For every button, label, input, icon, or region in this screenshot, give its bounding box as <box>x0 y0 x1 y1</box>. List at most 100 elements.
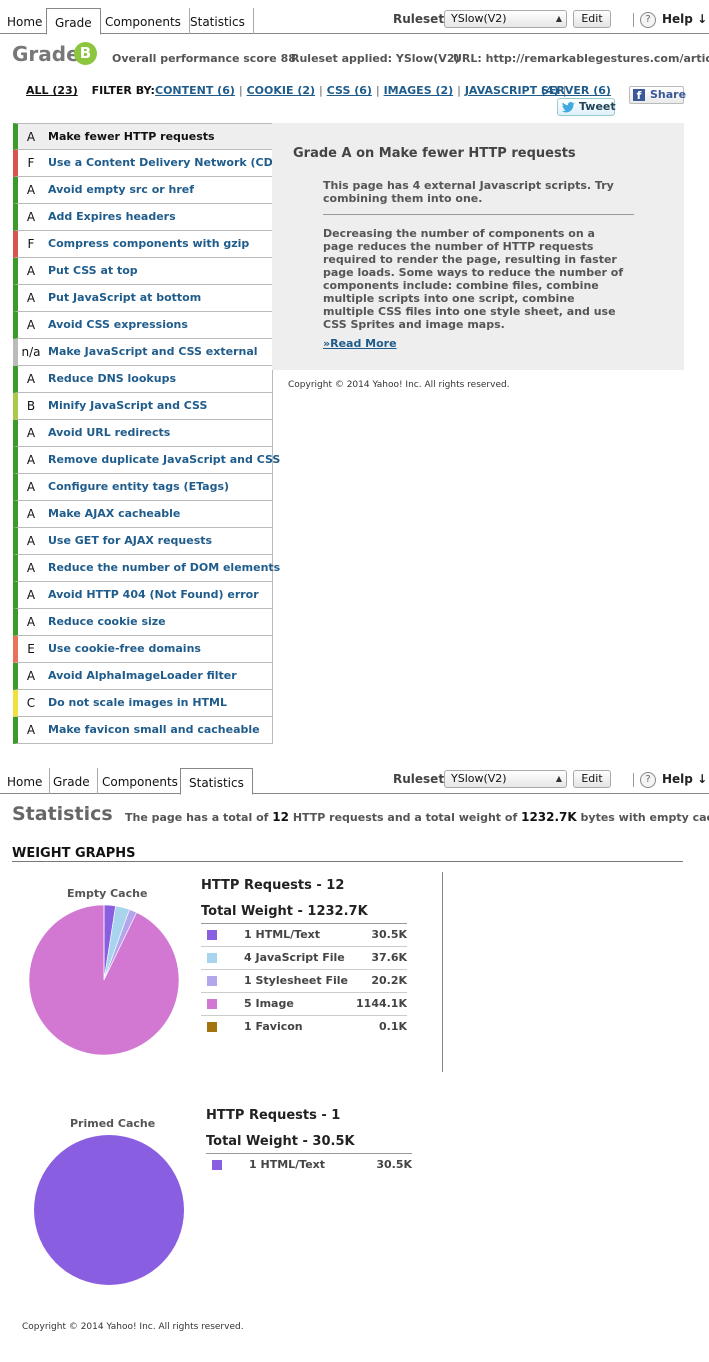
rule-item[interactable]: E Use cookie-free domains <box>13 636 273 663</box>
edit-button[interactable]: Edit <box>573 10 611 28</box>
rule-item[interactable]: A Add Expires headers <box>13 204 273 231</box>
tab-grade[interactable]: Grade <box>46 768 98 794</box>
help-menu[interactable]: Help ↓ <box>662 772 707 786</box>
rule-item[interactable]: A Avoid URL redirects <box>13 420 273 447</box>
rule-grade: A <box>26 615 36 629</box>
rule-label: Avoid AlphaImageLoader filter <box>48 669 237 682</box>
filter-all[interactable]: ALL (23) <box>26 84 78 97</box>
rule-item[interactable]: A Avoid CSS expressions <box>13 312 273 339</box>
legend-value: 30.5K <box>376 1158 412 1171</box>
rule-item[interactable]: A Use GET for AJAX requests <box>13 528 273 555</box>
stats-summary-prefix: The page has a total of <box>125 811 269 824</box>
rule-item[interactable]: A Avoid empty src or href <box>13 177 273 204</box>
filter-content[interactable]: CONTENT (6) <box>155 84 235 97</box>
help-icon[interactable]: ? <box>640 12 656 28</box>
primed-cache-label: Primed Cache <box>70 1117 156 1130</box>
rulesets-label: Rulesets <box>393 12 452 26</box>
empty-cache-label: Empty Cache <box>67 887 148 900</box>
share-button[interactable]: f Share <box>629 86 687 104</box>
rule-item[interactable]: A Remove duplicate JavaScript and CSS <box>13 447 280 474</box>
legend-swatch <box>207 953 217 963</box>
rule-grade: F <box>27 237 35 251</box>
legend-label: 5 Image <box>244 997 294 1010</box>
rule-item[interactable]: A Make favicon small and cacheable <box>13 717 273 744</box>
rule-grade: A <box>26 183 36 197</box>
rule-label: Avoid empty src or href <box>48 183 195 196</box>
rule-item[interactable]: A Reduce DNS lookups <box>13 366 273 393</box>
stats-summary: The page has a total of 12 HTTP requests… <box>125 810 709 824</box>
filter-cookie[interactable]: COOKIE (2) <box>247 84 315 97</box>
legend-row: 1 HTML/Text 30.5K <box>206 1154 412 1177</box>
rule-item[interactable]: A Put JavaScript at bottom <box>13 285 273 312</box>
detail-title: Grade A on Make fewer HTTP requests <box>293 146 576 161</box>
legend-row: 5 Image 1144.1K <box>201 993 407 1016</box>
rule-item[interactable]: C Do not scale images in HTML <box>13 690 273 717</box>
rule-grade: A <box>26 669 36 683</box>
rule-label: Make favicon small and cacheable <box>48 723 260 736</box>
rule-grade: A <box>26 480 36 494</box>
filter-by-label: FILTER BY: <box>91 84 155 97</box>
rule-item[interactable]: A Make fewer HTTP requests <box>13 123 273 150</box>
weight-graphs-heading: WEIGHT GRAPHS <box>12 846 136 861</box>
stats-summary-suffix: bytes with empty cache <box>580 811 709 824</box>
graph-divider <box>442 872 443 1072</box>
tab-grade[interactable]: Grade <box>46 8 101 35</box>
rule-label: Do not scale images in HTML <box>48 696 228 709</box>
tab-statistics[interactable]: Statistics <box>182 8 254 34</box>
legend-value: 37.6K <box>371 951 407 964</box>
rule-item[interactable]: A Avoid AlphaImageLoader filter <box>13 663 273 690</box>
rule-item[interactable]: n/a Make JavaScript and CSS external <box>13 339 273 366</box>
copyright-bottom: Copyright © 2014 Yahoo! Inc. All rights … <box>22 1322 244 1332</box>
rule-detail-panel: Grade A on Make fewer HTTP requests This… <box>272 123 684 370</box>
filter-server[interactable]: SERVER (6) <box>541 84 611 97</box>
ruleset-select[interactable]: YSlow(V2) ▲ <box>444 770 567 788</box>
tab-components[interactable]: Components <box>97 8 190 34</box>
filter-css[interactable]: CSS (6) <box>327 84 372 97</box>
rule-label: Reduce the number of DOM elements <box>48 561 281 574</box>
weight-graphs-rule <box>12 861 683 862</box>
detail-divider <box>323 214 634 215</box>
rule-item[interactable]: A Reduce the number of DOM elements <box>13 555 280 582</box>
rule-label: Configure entity tags (ETags) <box>48 480 230 493</box>
tweet-label: Tweet <box>579 100 616 113</box>
read-more-link[interactable]: »Read More <box>323 337 397 350</box>
rulesets-label: Rulesets <box>393 772 452 786</box>
chevron-down-icon: ▲ <box>555 774 562 783</box>
rule-item[interactable]: A Configure entity tags (ETags) <box>13 474 273 501</box>
rule-item[interactable]: F Compress components with gzip <box>13 231 273 258</box>
rule-label: Remove duplicate JavaScript and CSS <box>48 453 281 466</box>
rule-item[interactable]: A Reduce cookie size <box>13 609 273 636</box>
filter-images[interactable]: IMAGES (2) <box>384 84 454 97</box>
legend-swatch <box>207 1022 217 1032</box>
legend-row: 4 JavaScript File 37.6K <box>201 947 407 970</box>
pie-slice-html-text <box>34 1135 184 1285</box>
help-icon[interactable]: ? <box>640 772 656 788</box>
rule-item[interactable]: A Make AJAX cacheable <box>13 501 273 528</box>
twitter-icon <box>562 102 575 113</box>
rule-item[interactable]: B Minify JavaScript and CSS <box>13 393 273 420</box>
tab-components[interactable]: Components <box>95 768 185 794</box>
rule-item[interactable]: A Avoid HTTP 404 (Not Found) error <box>13 582 273 609</box>
detail-body: Decreasing the number of components on a… <box>323 227 624 331</box>
rule-label: Make fewer HTTP requests <box>48 130 215 143</box>
primed-cache-pie-chart <box>34 1135 184 1285</box>
tab-home[interactable]: Home <box>0 768 51 794</box>
primed-total-weight: Total Weight - 30.5K <box>206 1134 355 1149</box>
tab-home[interactable]: Home <box>0 8 51 34</box>
help-menu[interactable]: Help ↓ <box>662 12 707 26</box>
rule-grade: A <box>26 507 36 521</box>
rule-grade: C <box>26 696 36 710</box>
share-label: Share <box>650 88 687 101</box>
rule-grade: B <box>26 399 36 413</box>
rule-label: Compress components with gzip <box>48 237 250 250</box>
ruleset-applied: Ruleset applied: YSlow(V2) <box>291 52 460 65</box>
edit-button[interactable]: Edit <box>573 770 611 788</box>
empty-total-weight: Total Weight - 1232.7K <box>201 904 368 919</box>
rule-grade: A <box>26 264 36 278</box>
tab-statistics[interactable]: Statistics <box>180 768 253 795</box>
ruleset-select[interactable]: YSlow(V2) ▲ <box>444 10 567 28</box>
chevron-down-icon: ▲ <box>555 14 562 23</box>
tweet-button[interactable]: Tweet <box>557 98 616 116</box>
rule-item[interactable]: F Use a Content Delivery Network (CDN) <box>13 150 287 177</box>
rule-item[interactable]: A Put CSS at top <box>13 258 273 285</box>
